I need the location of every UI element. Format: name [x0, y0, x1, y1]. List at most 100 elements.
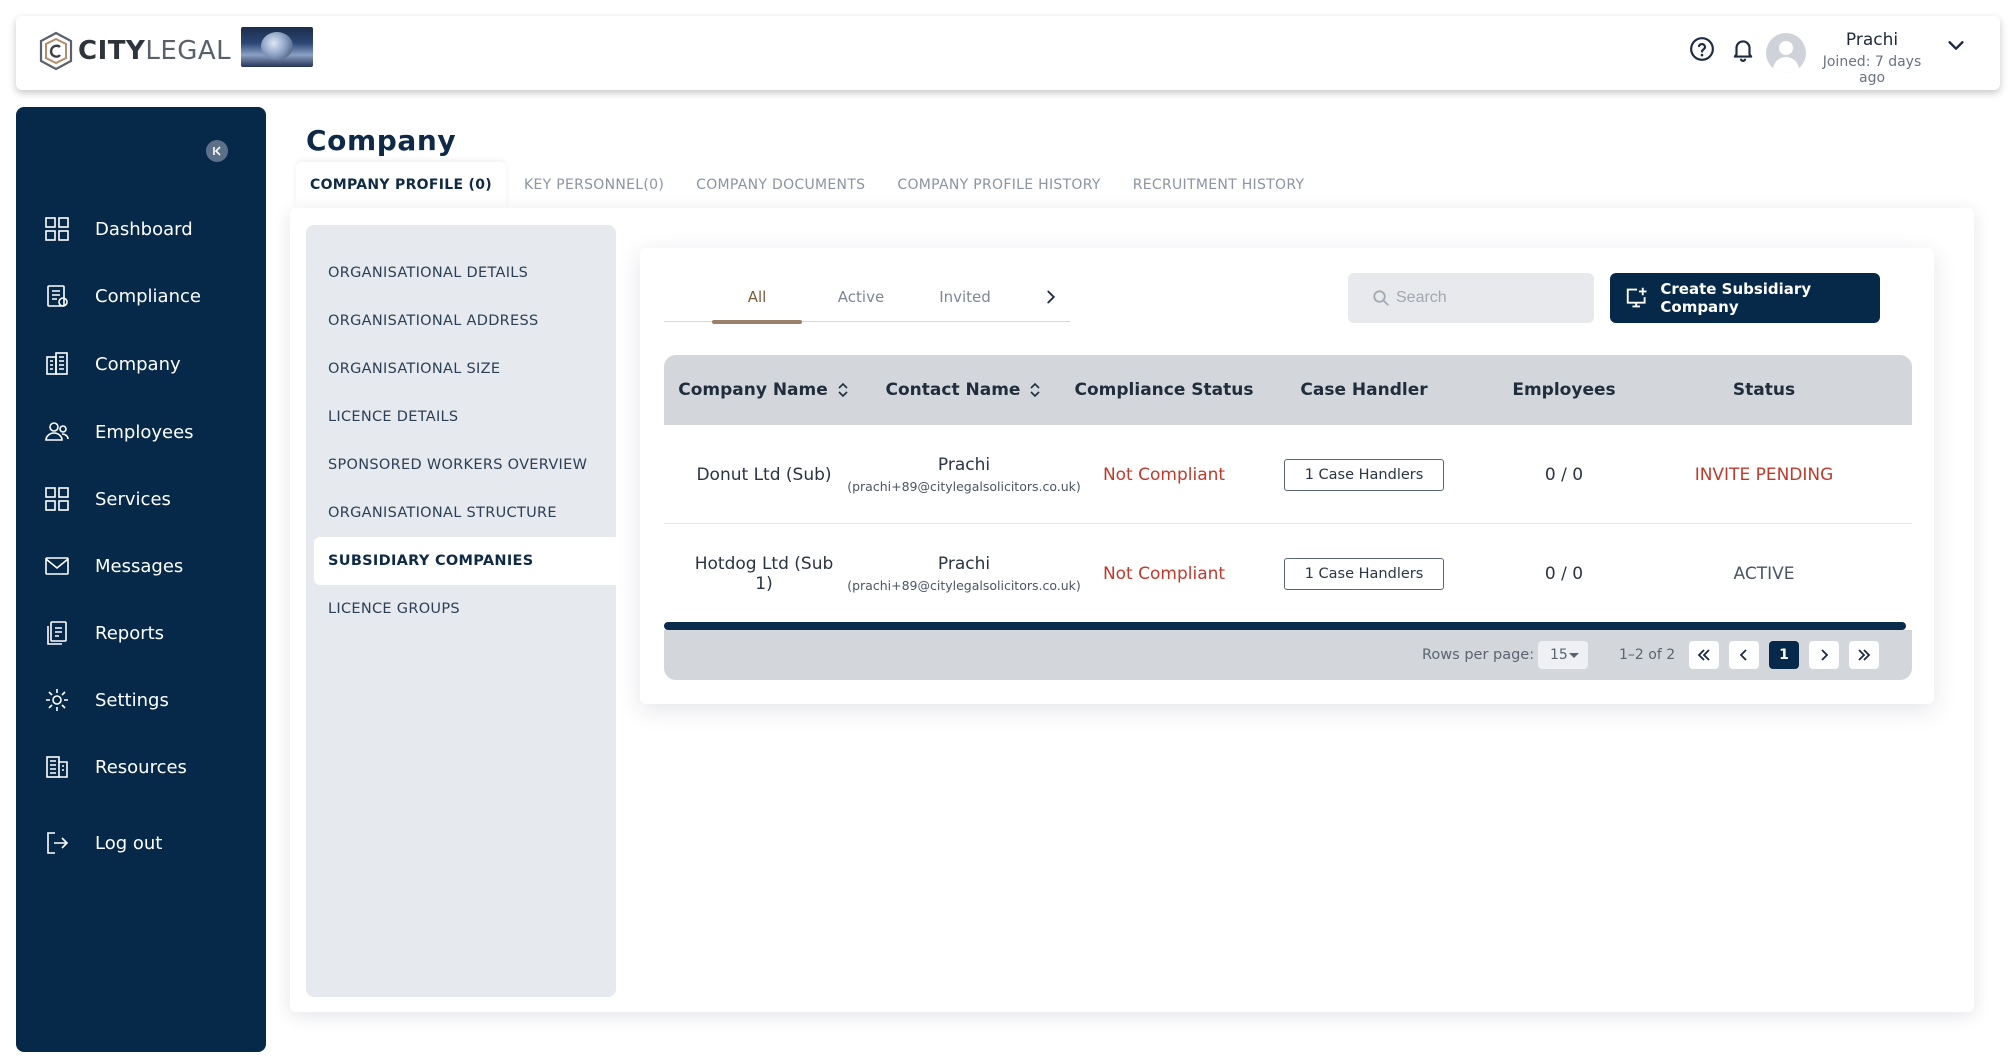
page-title: Company: [306, 124, 457, 157]
compliance-status-cell: Not Compliant: [1102, 464, 1226, 485]
subnav-organisational-address[interactable]: ORGANISATIONAL ADDRESS: [314, 297, 616, 345]
tab-recruitment-history[interactable]: RECRUITMENT HISTORY: [1119, 162, 1319, 208]
column-header-label: Contact Name: [885, 380, 1021, 400]
subnav-organisational-size[interactable]: ORGANISATIONAL SIZE: [314, 345, 616, 393]
contact-email: (prachi+89@citylegalsolicitors.co.uk): [847, 578, 1081, 593]
create-subsidiary-company-label: Create Subsidiary Company: [1660, 280, 1812, 316]
column-contact-name[interactable]: Contact Name: [864, 355, 1064, 425]
next-page-button[interactable]: [1809, 641, 1839, 669]
subsidiary-companies-table: Company Name Contact Name Compliance Sta…: [664, 355, 1912, 623]
column-compliance-status: Compliance Status: [1074, 380, 1254, 400]
case-handler-cell: 1 Case Handlers: [1264, 425, 1464, 524]
subnav-organisational-structure[interactable]: ORGANISATIONAL STRUCTURE: [314, 489, 616, 537]
subnav-licence-details[interactable]: LICENCE DETAILS: [314, 393, 616, 441]
subnav-organisational-details[interactable]: ORGANISATIONAL DETAILS: [314, 249, 616, 297]
services-icon: [45, 487, 69, 511]
previous-page-button[interactable]: [1729, 641, 1759, 669]
logo-text-bold: CITY: [78, 36, 146, 66]
top-header: CITYLEGAL: [16, 16, 2000, 90]
column-case-handler: Case Handler: [1300, 380, 1428, 400]
sidebar-item-messages[interactable]: Messages: [16, 538, 266, 594]
column-header-label: Company Name: [678, 380, 828, 400]
contact-email: (prachi+89@citylegalsolicitors.co.uk): [847, 479, 1081, 494]
logo-mark-icon: [39, 31, 73, 71]
subnav-subsidiary-companies[interactable]: SUBSIDIARY COMPANIES: [314, 537, 616, 585]
profile-subnav: ORGANISATIONAL DETAILS ORGANISATIONAL AD…: [306, 225, 616, 997]
subnav-licence-groups[interactable]: LICENCE GROUPS: [314, 585, 616, 633]
contact-cell: Prachi (prachi+89@citylegalsolicitors.co…: [847, 425, 1081, 524]
tab-company-profile[interactable]: COMPANY PROFILE (0): [296, 162, 506, 208]
sidebar-item-compliance[interactable]: Compliance: [16, 268, 266, 324]
contact-name: Prachi: [937, 554, 991, 574]
employees-icon: [45, 422, 69, 441]
reports-icon: [47, 621, 67, 645]
sidebar-item-reports[interactable]: Reports: [16, 605, 266, 661]
sidebar-item-label: Messages: [95, 555, 184, 577]
sidebar-item-label: Company: [95, 353, 181, 375]
status-cell: ACTIVE: [1733, 563, 1795, 584]
search-input[interactable]: [1396, 289, 1576, 307]
sidebar-item-label: Log out: [95, 832, 163, 854]
collapse-sidebar-icon[interactable]: [206, 140, 228, 162]
sidebar-item-settings[interactable]: Settings: [16, 672, 266, 728]
filter-tab-all[interactable]: All: [712, 272, 802, 324]
sidebar-item-logout[interactable]: Log out: [16, 815, 266, 871]
rows-per-page-select[interactable]: 15: [1538, 641, 1588, 669]
sidebar-item-label: Compliance: [95, 285, 201, 307]
logo-text-light: LEGAL: [145, 36, 232, 66]
subnav-sponsored-workers-overview[interactable]: SPONSORED WORKERS OVERVIEW: [314, 441, 616, 489]
search-icon: [1373, 290, 1389, 306]
sort-icon[interactable]: [836, 381, 850, 399]
table-header: Company Name Contact Name Compliance Sta…: [664, 355, 1912, 425]
double-chevron-left-icon: [1697, 649, 1710, 661]
messages-icon: [45, 557, 69, 575]
help-icon[interactable]: [1689, 36, 1715, 62]
page-number-button[interactable]: 1: [1769, 641, 1799, 669]
create-subsidiary-company-button[interactable]: Create Subsidiary Company: [1610, 273, 1880, 323]
company-icon: [46, 352, 68, 375]
sidebar-item-label: Reports: [95, 622, 165, 644]
tab-company-profile-history[interactable]: COMPANY PROFILE HISTORY: [883, 162, 1114, 208]
employees-cell: 0 / 0: [1544, 563, 1584, 584]
filter-tab-invited[interactable]: Invited: [920, 272, 1010, 322]
notification-bell-icon[interactable]: [1730, 36, 1756, 62]
citylegal-logo[interactable]: CITYLEGAL: [38, 28, 231, 74]
sidebar-item-label: Dashboard: [95, 218, 193, 240]
pagination: Rows per page: 15 1–2 of 2 1: [664, 630, 1912, 680]
first-page-button[interactable]: [1689, 641, 1719, 669]
sort-icon[interactable]: [1028, 381, 1042, 399]
search-field[interactable]: [1348, 273, 1594, 323]
sidebar-item-resources[interactable]: Resources: [16, 739, 266, 795]
sidebar-item-label: Employees: [95, 421, 194, 443]
user-joined-date: Joined: 7 days ago: [1822, 54, 1922, 86]
brand-image: [241, 27, 313, 67]
company-tabs: COMPANY PROFILE (0) KEY PERSONNEL(0) COM…: [296, 162, 1318, 208]
user-name: Prachi: [1845, 30, 1899, 50]
sidebar-item-employees[interactable]: Employees: [16, 404, 266, 460]
case-handlers-button[interactable]: 1 Case Handlers: [1283, 458, 1445, 491]
sidebar: Dashboard Compliance Company Employees S…: [16, 107, 266, 1052]
table-row[interactable]: Donut Ltd (Sub) Prachi (prachi+89@cityle…: [664, 425, 1912, 524]
chevron-down-icon[interactable]: [1945, 34, 1967, 56]
settings-icon: [46, 689, 68, 711]
sidebar-item-company[interactable]: Company: [16, 336, 266, 392]
sidebar-item-label: Services: [95, 488, 171, 510]
tab-company-documents[interactable]: COMPANY DOCUMENTS: [682, 162, 879, 208]
filter-tab-active[interactable]: Active: [816, 272, 906, 322]
sidebar-item-label: Resources: [95, 756, 187, 778]
contact-cell: Prachi (prachi+89@citylegalsolicitors.co…: [847, 524, 1081, 623]
chevron-right-icon[interactable]: [1040, 286, 1062, 308]
horizontal-scrollbar[interactable]: [664, 622, 1906, 630]
case-handler-cell: 1 Case Handlers: [1264, 524, 1464, 623]
company-name-cell: Hotdog Ltd (Sub 1): [694, 553, 834, 594]
status-filter-tabs: All Active Invited: [664, 272, 1070, 324]
sidebar-item-services[interactable]: Services: [16, 471, 266, 527]
column-company-name[interactable]: Company Name: [664, 355, 864, 425]
sidebar-item-dashboard[interactable]: Dashboard: [16, 201, 266, 257]
table-row[interactable]: Hotdog Ltd (Sub 1) Prachi (prachi+89@cit…: [664, 524, 1912, 623]
tab-key-personnel[interactable]: KEY PERSONNEL(0): [510, 162, 678, 208]
last-page-button[interactable]: [1849, 641, 1879, 669]
logout-icon: [47, 832, 69, 854]
case-handlers-button[interactable]: 1 Case Handlers: [1283, 557, 1445, 590]
user-avatar[interactable]: [1766, 33, 1806, 73]
